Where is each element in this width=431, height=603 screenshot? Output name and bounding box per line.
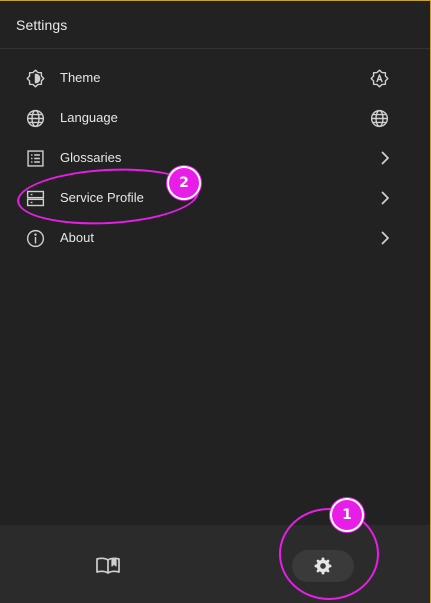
annotation-badge: 2 [169, 168, 199, 198]
theme-label: Theme [60, 70, 101, 85]
about-label: About [60, 230, 94, 245]
theme-item[interactable]: Theme [0, 58, 430, 98]
list-box-icon [25, 148, 46, 169]
language-item[interactable]: Language [0, 98, 430, 138]
annotation-badge: 1 [332, 500, 362, 530]
header-bar: Settings [0, 1, 430, 49]
auto-theme-icon [369, 68, 390, 89]
theme-contrast-icon [25, 68, 46, 89]
chevron-right-icon [380, 231, 390, 245]
read-book-icon[interactable] [95, 555, 121, 575]
page-title: Settings [16, 17, 68, 33]
chevron-right-icon [380, 191, 390, 205]
chevron-right-icon [380, 151, 390, 165]
globe-icon [369, 108, 390, 129]
glossaries-item[interactable]: Glossaries [0, 138, 430, 178]
annotation-ellipse-settings-nav [279, 508, 379, 600]
settings-menu: Theme Language Glossaries Service Profil… [0, 58, 430, 258]
info-icon [25, 228, 46, 249]
language-label: Language [60, 110, 118, 125]
glossaries-label: Glossaries [60, 150, 122, 165]
settings-window: Settings Theme Language Glossaries Servi… [0, 0, 431, 603]
about-item[interactable]: About [0, 218, 430, 258]
globe-icon [25, 108, 46, 129]
